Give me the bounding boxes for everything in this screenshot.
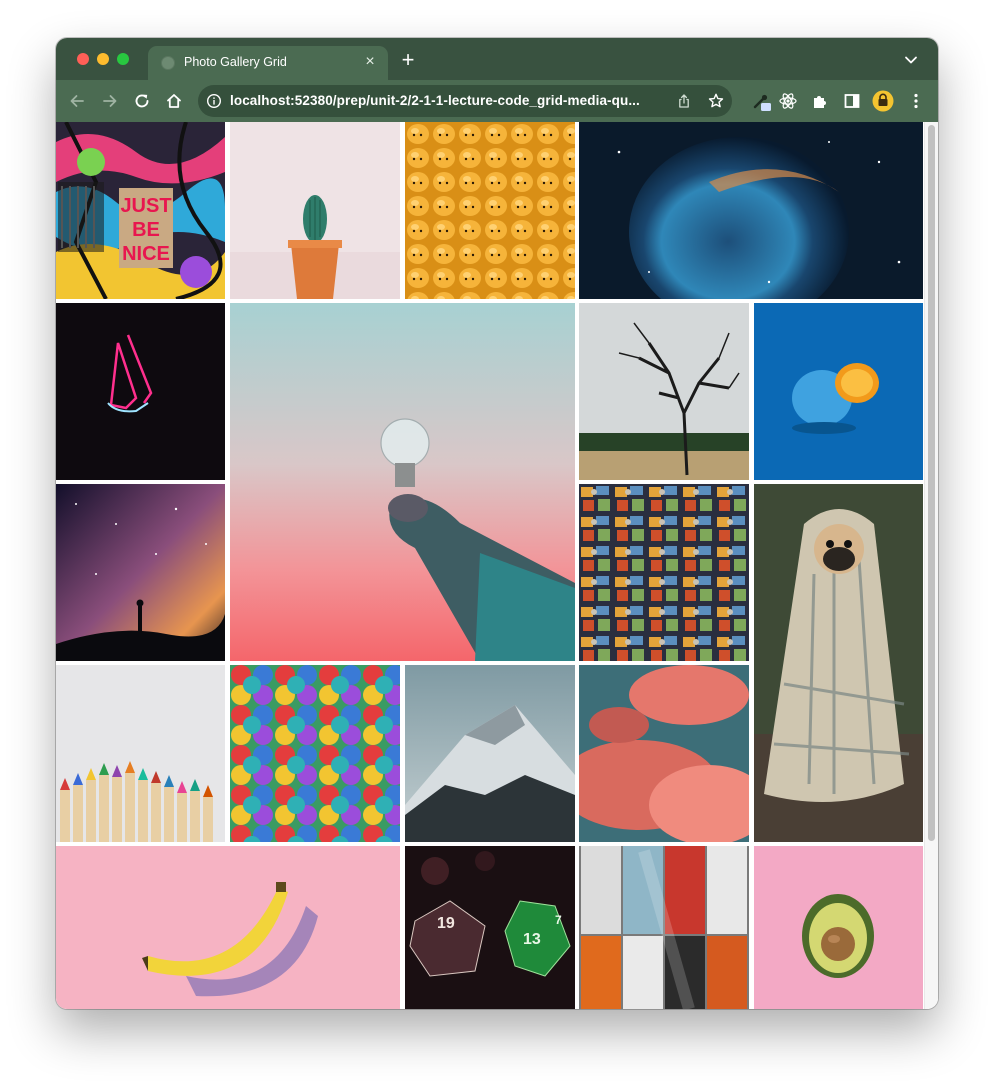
- close-window-button[interactable]: [77, 53, 89, 65]
- photo-bare-tree: [579, 303, 749, 480]
- photo-puzzle: [579, 484, 749, 661]
- dice-number-19: 19: [437, 915, 455, 932]
- react-icon: [779, 93, 797, 109]
- menu-button[interactable]: [905, 90, 927, 112]
- photo-snowy-mountain: [405, 665, 575, 842]
- address-bar[interactable]: localhost:52380/prep/unit-2/2-1-1-lectur…: [198, 85, 732, 117]
- tab-strip: Photo Gallery Grid × +: [56, 38, 938, 80]
- home-button[interactable]: [163, 90, 185, 112]
- sign-text-be: BE: [132, 219, 160, 241]
- reload-button[interactable]: [131, 90, 153, 112]
- share-icon[interactable]: [676, 93, 692, 109]
- photo-banana: [56, 846, 400, 1009]
- extension-button[interactable]: [751, 90, 773, 112]
- info-icon[interactable]: [206, 93, 222, 109]
- photo-cactus: [230, 122, 400, 299]
- photo-neon-hands: [56, 303, 225, 480]
- photo-pug-blanket: [754, 484, 923, 842]
- photo-nebula: [579, 122, 923, 299]
- profile-button[interactable]: [872, 90, 894, 112]
- browser-window: Photo Gallery Grid × + localhost:52380/p…: [56, 38, 938, 1009]
- side-panel-icon: [844, 94, 860, 108]
- arrow-left-icon: [70, 95, 84, 107]
- reload-icon: [135, 94, 149, 108]
- photo-umbrellas: [230, 665, 400, 842]
- photo-d20-dice: 19 13 7: [405, 846, 575, 1009]
- tab-title: Photo Gallery Grid: [184, 55, 287, 69]
- tab-close-icon[interactable]: ×: [362, 54, 378, 70]
- url-text[interactable]: localhost:52380/prep/unit-2/2-1-1-lectur…: [230, 93, 670, 108]
- photo-blue-orange: [754, 303, 923, 480]
- eyedropper-extension-icon: [753, 94, 771, 111]
- photo-lightbulb: [230, 303, 575, 661]
- forward-button[interactable]: [99, 90, 121, 112]
- home-icon: [167, 94, 181, 108]
- photo-graffiti: JUST BE NICE: [56, 122, 225, 299]
- chevron-down-icon[interactable]: [904, 53, 918, 67]
- arrow-right-icon: [103, 95, 117, 107]
- photo-milky-way: [56, 484, 225, 661]
- dice-number-7: 7: [555, 913, 562, 927]
- react-devtools-button[interactable]: [777, 90, 799, 112]
- new-tab-button[interactable]: +: [398, 49, 418, 71]
- minimize-window-button[interactable]: [97, 53, 109, 65]
- globe-icon: [161, 56, 175, 70]
- kebab-menu-icon: [914, 93, 918, 109]
- extensions-button[interactable]: [809, 90, 831, 112]
- photo-pencils: [56, 665, 225, 842]
- back-button[interactable]: [66, 90, 88, 112]
- page-viewport: JUST BE NICE 19 13 7: [56, 122, 938, 1009]
- avatar: [872, 90, 894, 112]
- scrollbar-thumb[interactable]: [928, 125, 935, 841]
- photo-lockers: [579, 846, 749, 1009]
- photo-pink-clouds: [579, 665, 749, 842]
- photo-avocado: [754, 846, 923, 1009]
- zoom-window-button[interactable]: [117, 53, 129, 65]
- scrollbar[interactable]: [924, 122, 938, 1009]
- browser-toolbar: localhost:52380/prep/unit-2/2-1-1-lectur…: [56, 80, 938, 122]
- star-icon[interactable]: [707, 92, 725, 110]
- sign-text-nice: NICE: [122, 243, 170, 265]
- tab-photo-gallery-grid[interactable]: Photo Gallery Grid ×: [148, 46, 388, 80]
- photo-yellow-heads: [405, 122, 575, 299]
- sign-text-just: JUST: [120, 195, 171, 217]
- puzzle-icon: [814, 96, 826, 108]
- side-panel-button[interactable]: [841, 90, 863, 112]
- dice-number-13: 13: [523, 931, 541, 948]
